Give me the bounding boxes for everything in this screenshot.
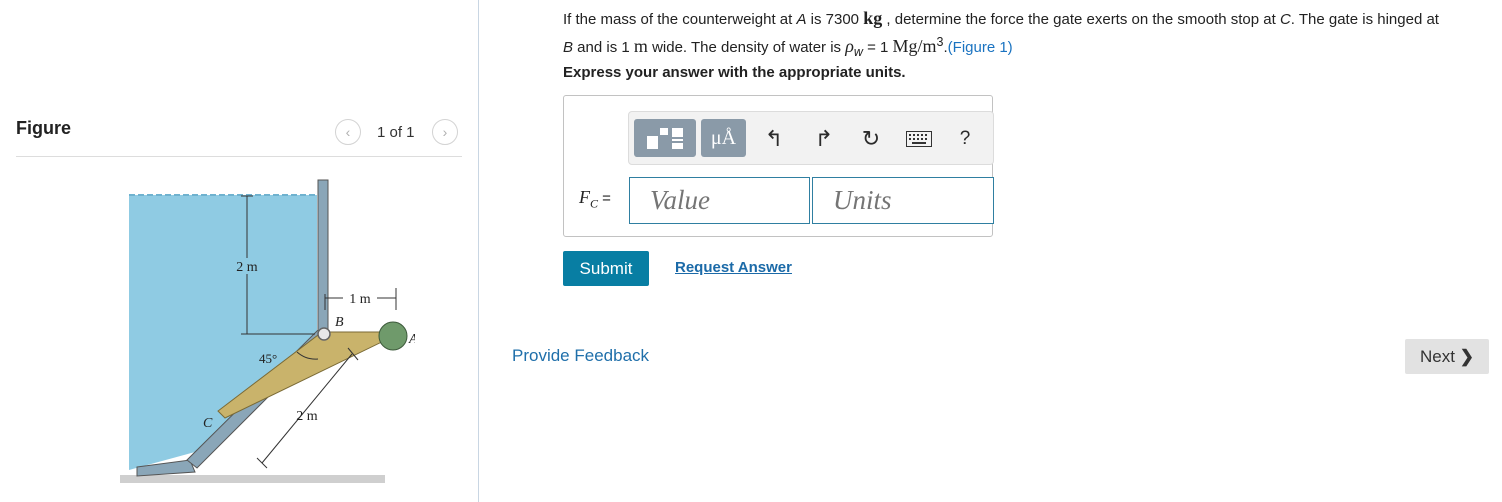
next-button[interactable]: Next ❯ — [1405, 339, 1489, 374]
keyboard-icon — [906, 131, 932, 147]
hinge-b — [317, 327, 331, 341]
templates-icon — [647, 128, 683, 149]
arm-label: 1 m — [349, 292, 371, 307]
template-button[interactable] — [634, 119, 696, 157]
reset-button[interactable]: ↻ — [857, 126, 885, 152]
next-label: Next — [1420, 346, 1455, 366]
units-icon: μÅ — [710, 126, 737, 149]
figure-title: Figure — [16, 118, 72, 138]
figure-panel: Figure ‹ 1 of 1 › 2 m 1 m B 45° C 2 m — [0, 0, 479, 502]
pager-text: 1 of 1 — [377, 124, 415, 141]
chevron-right-icon: ❯ — [1459, 346, 1474, 366]
depth-label: 2 m — [236, 260, 258, 275]
help-button[interactable]: ? — [954, 126, 976, 152]
answer-box: μÅ ↰ ↱ ↻ ? FC = Value Units — [563, 95, 994, 237]
figure-divider — [16, 156, 462, 157]
weight-label: A — [408, 332, 415, 347]
next-figure-button[interactable]: › — [432, 119, 458, 145]
counterweight-a — [378, 321, 408, 351]
answer-label: FC = — [579, 187, 611, 211]
vertical-plate — [317, 179, 329, 337]
math-toolbar: μÅ ↰ ↱ ↻ ? — [628, 111, 994, 165]
provide-feedback-link[interactable]: Provide Feedback — [512, 346, 649, 366]
chevron-left-icon: ‹ — [345, 124, 351, 140]
chevron-right-icon: › — [442, 124, 448, 140]
undo-button[interactable]: ↰ — [761, 126, 787, 152]
figure-link[interactable]: (Figure 1) — [948, 39, 1013, 56]
angle-label: 45° — [259, 351, 277, 366]
stop-label: C — [203, 416, 213, 431]
redo-button[interactable]: ↱ — [811, 126, 837, 152]
request-answer-link[interactable]: Request Answer — [675, 259, 792, 276]
value-input[interactable] — [629, 177, 810, 224]
prev-figure-button[interactable]: ‹ — [335, 119, 361, 145]
units-input[interactable] — [812, 177, 994, 224]
instruction-text: Express your answer with the appropriate… — [563, 64, 906, 81]
hinge-label: B — [335, 315, 344, 330]
keyboard-button[interactable] — [904, 126, 934, 152]
help-icon: ? — [959, 128, 971, 149]
reset-icon: ↻ — [861, 126, 881, 151]
question-text: If the mass of the counterweight at A is… — [563, 8, 1439, 59]
question-panel: If the mass of the counterweight at A is… — [479, 0, 1502, 502]
units-button[interactable]: μÅ — [701, 119, 746, 157]
gate-length-label: 2 m — [296, 409, 318, 424]
undo-icon: ↰ — [764, 126, 784, 151]
submit-button[interactable]: Submit — [563, 251, 649, 286]
ground — [120, 475, 385, 483]
redo-icon: ↱ — [814, 126, 834, 151]
gate-diagram: 2 m 1 m B A 45° C 2 m — [120, 179, 415, 483]
